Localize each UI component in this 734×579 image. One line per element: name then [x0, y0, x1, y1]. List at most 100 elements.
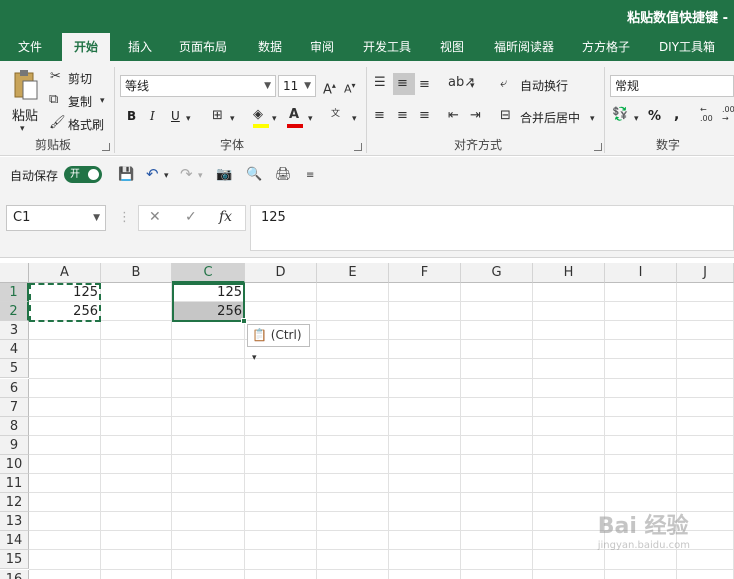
quick-print-icon[interactable]: 🖨: [275, 167, 292, 183]
row-header-4[interactable]: 4: [0, 340, 29, 360]
wrap-text-button[interactable]: 自动换行: [520, 77, 568, 94]
name-box-value: C1: [13, 210, 31, 225]
column-header-g[interactable]: G: [461, 263, 533, 283]
number-format-select[interactable]: 常规: [610, 75, 734, 97]
align-center-icon[interactable]: ≡: [397, 108, 408, 124]
fill-color-dropdown-icon[interactable]: ▾: [272, 111, 277, 127]
row-header-16[interactable]: 16: [0, 569, 29, 579]
font-size-select[interactable]: 11 ▼: [278, 75, 316, 97]
tab-insert[interactable]: 插入: [118, 33, 162, 61]
row-header-7[interactable]: 7: [0, 397, 29, 417]
fill-color-icon[interactable]: ◈: [253, 107, 263, 123]
increase-decimal-icon[interactable]: ← .00: [700, 105, 713, 123]
underline-dropdown-icon[interactable]: ▾: [186, 111, 191, 127]
column-header-j[interactable]: J: [677, 263, 734, 283]
align-right-icon[interactable]: ≡: [419, 108, 430, 124]
font-color-dropdown-icon[interactable]: ▾: [308, 111, 313, 127]
accounting-dropdown-icon[interactable]: ▾: [634, 111, 639, 127]
format-painter-button[interactable]: 格式刷: [68, 116, 104, 133]
save-icon[interactable]: 💾: [118, 167, 134, 183]
redo-dropdown-icon[interactable]: ▾: [198, 168, 203, 184]
column-header-i[interactable]: I: [605, 263, 677, 283]
paste-icon[interactable]: [12, 69, 40, 101]
italic-button[interactable]: I: [150, 109, 155, 123]
undo-icon[interactable]: ↶: [146, 166, 159, 182]
cancel-icon[interactable]: ✕: [149, 209, 161, 225]
decrease-indent-icon[interactable]: ⇤: [448, 108, 459, 124]
tab-diy-toolbox[interactable]: DIY工具箱: [652, 33, 722, 61]
align-top-icon[interactable]: ☰: [374, 75, 386, 91]
accounting-format-icon[interactable]: 💱: [612, 107, 628, 123]
customize-qat-icon[interactable]: ≡: [306, 168, 314, 184]
autosave-toggle[interactable]: 开: [64, 166, 102, 183]
row-header-15[interactable]: 15: [0, 550, 29, 570]
decrease-decimal-icon[interactable]: .00 →: [722, 105, 734, 123]
enter-icon[interactable]: ✓: [185, 209, 197, 225]
borders-icon[interactable]: ⊞: [212, 108, 223, 124]
tab-page-layout[interactable]: 页面布局: [172, 33, 234, 61]
tab-developer[interactable]: 开发工具: [356, 33, 418, 61]
tab-view[interactable]: 视图: [430, 33, 474, 61]
merge-center-button[interactable]: 合并后居中: [520, 109, 580, 126]
column-header-a[interactable]: A: [29, 263, 101, 283]
column-header-e[interactable]: E: [317, 263, 389, 283]
copy-dropdown-icon[interactable]: ▾: [100, 93, 105, 109]
increase-font-size-icon[interactable]: A▴: [323, 78, 336, 98]
row-header-8[interactable]: 8: [0, 416, 29, 436]
column-header-d[interactable]: D: [245, 263, 317, 283]
insert-function-button[interactable]: fx: [219, 209, 232, 225]
undo-dropdown-icon[interactable]: ▾: [164, 168, 169, 184]
merge-center-dropdown-icon[interactable]: ▾: [590, 111, 595, 127]
row-header-11[interactable]: 11: [0, 474, 29, 493]
row-header-3[interactable]: 3: [0, 321, 29, 341]
increase-indent-icon[interactable]: ⇥: [470, 108, 481, 124]
cut-button[interactable]: 剪切: [68, 70, 92, 87]
row-header-10[interactable]: 10: [0, 454, 29, 474]
row-header-1[interactable]: 1: [0, 283, 29, 302]
row-header-14[interactable]: 14: [0, 531, 29, 551]
tab-fangfang-gezi[interactable]: 方方格子: [574, 33, 638, 61]
column-header-b[interactable]: B: [101, 263, 172, 283]
print-preview-icon[interactable]: 🔍: [246, 167, 262, 183]
tab-foxit-reader[interactable]: 福昕阅读器: [486, 33, 562, 61]
paste-options-button[interactable]: 📋 (Ctrl) ▾: [247, 324, 310, 363]
font-launcher-icon[interactable]: [354, 143, 362, 151]
decrease-font-size-icon[interactable]: A▾: [344, 78, 356, 98]
align-bottom-icon[interactable]: ≡: [419, 77, 430, 93]
clipboard-launcher-icon[interactable]: [102, 143, 110, 151]
row-header-9[interactable]: 9: [0, 435, 29, 455]
tab-home[interactable]: 开始: [62, 33, 110, 61]
phonetic-dropdown-icon[interactable]: ▾: [352, 111, 357, 127]
row-header-2[interactable]: 2: [0, 302, 29, 322]
paste-button[interactable]: 粘贴: [12, 105, 38, 124]
orientation-dropdown-icon[interactable]: ▾: [470, 78, 475, 94]
comma-style-button[interactable]: ,: [674, 107, 679, 123]
borders-dropdown-icon[interactable]: ▾: [230, 111, 235, 127]
tab-review[interactable]: 审阅: [300, 33, 344, 61]
phonetic-guide-icon[interactable]: 文: [331, 106, 340, 122]
formula-input[interactable]: 125: [250, 205, 734, 251]
name-box[interactable]: C1 ▼: [6, 205, 106, 231]
tab-data[interactable]: 数据: [248, 33, 292, 61]
column-header-h[interactable]: H: [533, 263, 605, 283]
redo-icon[interactable]: ↷: [180, 166, 193, 182]
row-header-13[interactable]: 13: [0, 512, 29, 532]
select-all-corner[interactable]: [0, 263, 29, 283]
row-header-12[interactable]: 12: [0, 493, 29, 513]
font-color-icon[interactable]: A: [289, 107, 299, 123]
tab-file[interactable]: 文件: [8, 33, 52, 61]
font-name-select[interactable]: 等线 ▼: [120, 75, 276, 97]
row-header-6[interactable]: 6: [0, 378, 29, 398]
alignment-launcher-icon[interactable]: [594, 143, 602, 151]
percent-style-button[interactable]: %: [648, 109, 661, 124]
copy-button[interactable]: 复制: [68, 93, 92, 110]
column-header-f[interactable]: F: [389, 263, 461, 283]
row-header-5[interactable]: 5: [0, 359, 29, 379]
underline-button[interactable]: U: [171, 109, 180, 123]
align-left-icon[interactable]: ≡: [374, 108, 385, 124]
align-middle-icon[interactable]: ≡: [397, 76, 408, 92]
camera-icon[interactable]: 📷: [216, 167, 232, 183]
column-header-c[interactable]: C: [172, 263, 245, 283]
paste-dropdown-icon[interactable]: ▾: [20, 121, 25, 137]
bold-button[interactable]: B: [127, 109, 136, 123]
